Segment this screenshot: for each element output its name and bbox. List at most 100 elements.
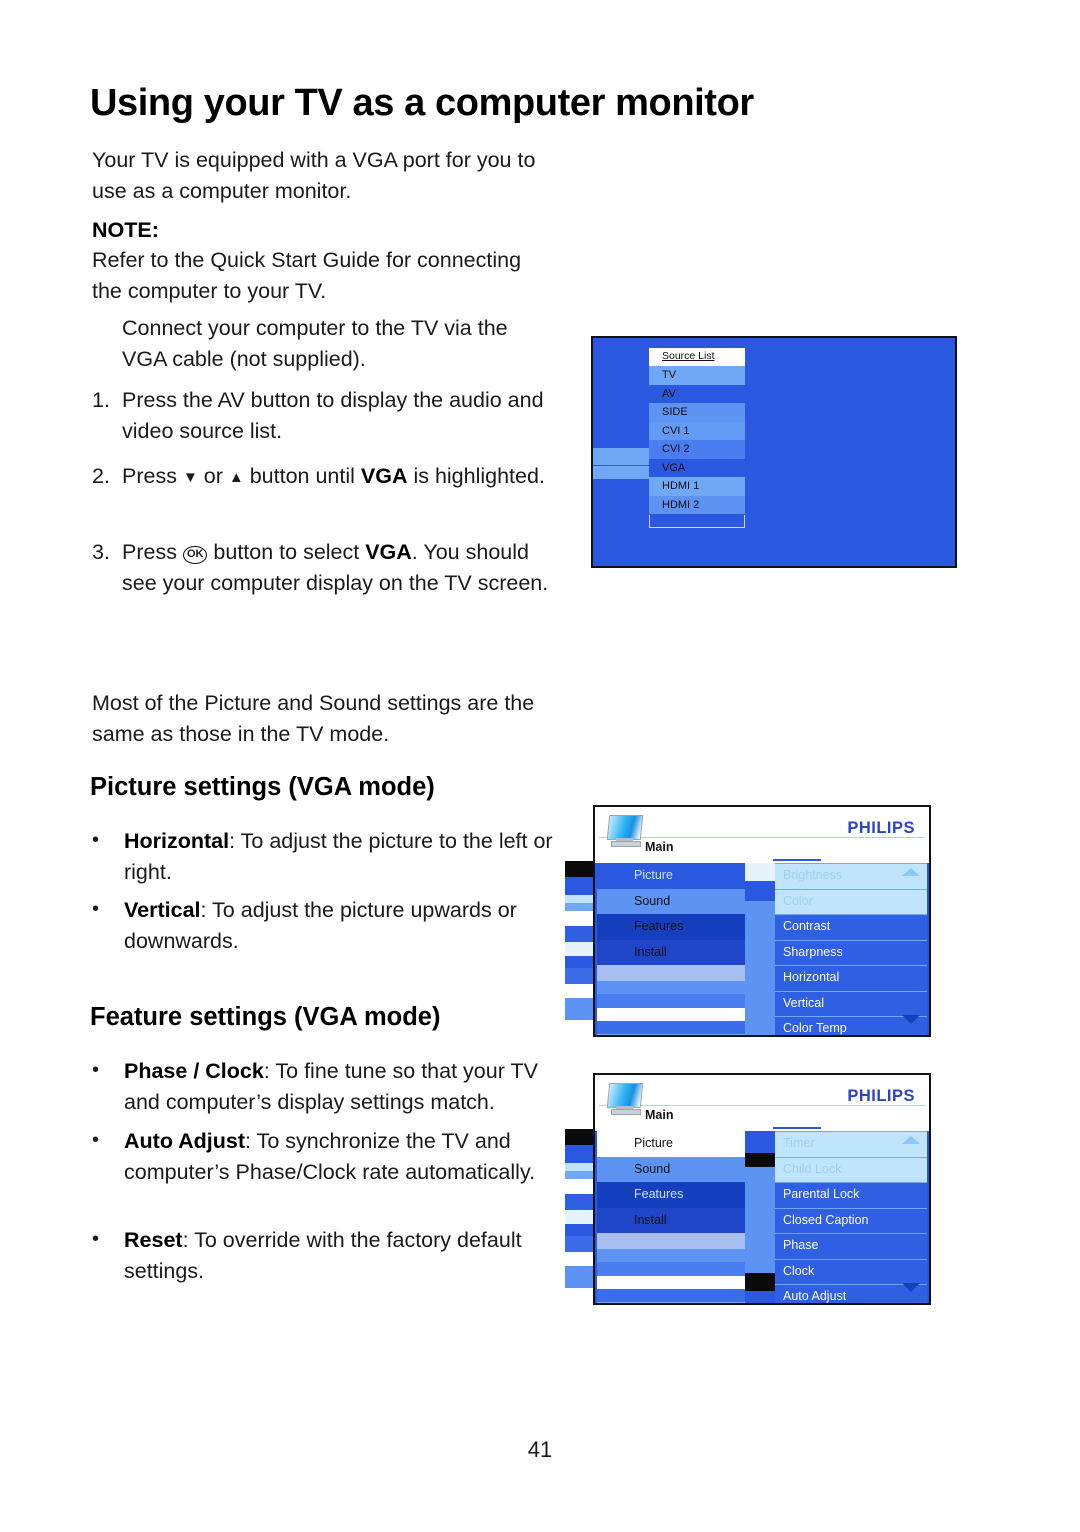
osd-option-vertical-label: Vertical bbox=[783, 995, 824, 1010]
osd-menu-item-features[interactable]: Features bbox=[597, 914, 745, 940]
source-item-cvi-1-label: CVI 1 bbox=[662, 424, 690, 437]
osd-menu-item-sound-label: Sound bbox=[634, 1161, 671, 1176]
bullet-auto-adjust-term: Auto Adjust bbox=[124, 1129, 246, 1153]
source-item-cvi-2[interactable]: CVI 2 bbox=[649, 440, 745, 459]
osd-picture-spacer-column bbox=[745, 863, 775, 1035]
up-arrow-icon: ▲ bbox=[228, 469, 244, 486]
osd-picture-left-strip bbox=[565, 861, 595, 1034]
source-item-hdmi-1[interactable]: HDMI 1 bbox=[649, 477, 745, 496]
osd-option-contrast[interactable]: Contrast bbox=[775, 914, 927, 940]
step-3-bold-term: VGA bbox=[365, 540, 412, 564]
bullet-vertical-term: Vertical bbox=[124, 898, 201, 922]
osd-option-contrast-label: Contrast bbox=[783, 919, 831, 933]
step-1: 1. Press the AV button to display the au… bbox=[92, 385, 552, 446]
osd-option-timer-label: Timer bbox=[783, 1136, 815, 1150]
osd-option-phase[interactable]: Phase bbox=[775, 1233, 927, 1259]
osd-menu-item-features[interactable]: Features bbox=[597, 1182, 745, 1208]
source-item-tv-label: TV bbox=[662, 369, 677, 381]
scroll-down-arrow-icon[interactable] bbox=[902, 1015, 920, 1024]
osd-option-horizontal-label: Horizontal bbox=[783, 970, 840, 984]
step-3: 3. Press OK button to select VGA. You sh… bbox=[92, 537, 552, 598]
step-1-text: Press the AV button to display the audio… bbox=[122, 388, 544, 443]
osd-menu-item-features-label: Features bbox=[634, 1187, 684, 1201]
note-paragraph: Refer to the Quick Start Guide for conne… bbox=[92, 248, 522, 303]
bullet-reset-desc: : To override with the factory default s… bbox=[124, 1228, 522, 1283]
osd-option-color[interactable]: Color bbox=[775, 888, 927, 914]
osd-menu-item-sound-label: Sound bbox=[634, 893, 671, 908]
source-item-cvi-1[interactable]: CVI 1 bbox=[649, 421, 745, 440]
osd-feature-screenshot: Main PHILIPS Picture Sound Features Inst… bbox=[565, 1073, 931, 1305]
osd-menu-item-sound[interactable]: Sound bbox=[597, 888, 745, 914]
step-3-text-before: Press bbox=[122, 540, 183, 564]
step-2-number: 2. bbox=[92, 464, 110, 488]
page-number: 41 bbox=[527, 1437, 553, 1462]
bullet-dot-icon: • bbox=[92, 1228, 100, 1250]
step-3-number: 3. bbox=[92, 540, 110, 564]
osd-menu-item-install-label: Install bbox=[634, 944, 667, 959]
osd-menu-item-install[interactable]: Install bbox=[597, 939, 745, 965]
osd-option-sharpness[interactable]: Sharpness bbox=[775, 939, 927, 965]
osd-menu-item-picture[interactable]: Picture bbox=[597, 1131, 745, 1157]
source-item-av[interactable]: AV bbox=[649, 384, 745, 403]
osd-option-closed-caption-label: Closed Caption bbox=[783, 1212, 869, 1227]
bullet-reset-term: Reset bbox=[124, 1228, 183, 1252]
osd-option-closed-caption[interactable]: Closed Caption bbox=[775, 1207, 927, 1233]
source-list-screenshot: Source List TV AV SIDE CVI 1 CVI 2 VGA H… bbox=[591, 336, 957, 568]
bullet-dot-icon: • bbox=[92, 1059, 100, 1081]
philips-logo: PHILIPS bbox=[847, 819, 915, 837]
bullet-dot-icon: • bbox=[92, 898, 100, 920]
osd-option-color-label: Color bbox=[783, 893, 813, 908]
step-1-number: 1. bbox=[92, 388, 110, 412]
osd-menu-item-picture[interactable]: Picture bbox=[597, 863, 745, 889]
bullet-horizontal-term: Horizontal bbox=[124, 829, 230, 853]
bullet-dot-icon: • bbox=[92, 829, 100, 851]
osd-feature-menu-column: Picture Sound Features Install bbox=[597, 1131, 745, 1303]
source-item-vga[interactable]: VGA bbox=[649, 458, 745, 477]
source-item-av-label: AV bbox=[662, 387, 676, 400]
osd-picture-screenshot: Main PHILIPS Picture Sound Features Inst… bbox=[565, 805, 931, 1037]
section-heading-picture: Picture settings (VGA mode) bbox=[90, 773, 435, 801]
osd-menu-item-picture-label: Picture bbox=[634, 1136, 673, 1150]
osd-option-vertical[interactable]: Vertical bbox=[775, 990, 927, 1016]
osd-feature-main-label: Main bbox=[645, 1108, 674, 1122]
osd-option-child-lock[interactable]: Child Lock bbox=[775, 1156, 927, 1182]
step-2-bold-term: VGA bbox=[360, 464, 408, 488]
osd-column-underline bbox=[773, 1127, 821, 1129]
osd-picture-main-label: Main bbox=[645, 840, 674, 854]
scroll-down-arrow-icon[interactable] bbox=[902, 1283, 920, 1292]
source-item-side-label: SIDE bbox=[662, 406, 688, 418]
source-item-tv[interactable]: TV bbox=[649, 366, 745, 385]
step-2-text-before: Press bbox=[122, 464, 183, 488]
osd-feature-options-column: Timer Child Lock Parental Lock Closed Ca… bbox=[775, 1131, 927, 1303]
step-2: 2. Press ▼ or ▲ button until VGA is high… bbox=[92, 461, 552, 494]
tv-monitor-icon bbox=[605, 814, 645, 848]
osd-feature-left-strip bbox=[565, 1129, 595, 1302]
source-item-hdmi-2[interactable]: HDMI 2 bbox=[649, 495, 745, 514]
scroll-up-arrow-icon[interactable] bbox=[902, 868, 920, 876]
osd-option-parental-lock[interactable]: Parental Lock bbox=[775, 1182, 927, 1208]
source-list-header-label: Source List bbox=[662, 350, 715, 362]
osd-feature-frame: Main PHILIPS Picture Sound Features Inst… bbox=[593, 1073, 931, 1305]
bullet-phase-clock-term: Phase / Clock bbox=[124, 1059, 264, 1083]
down-arrow-icon: ▼ bbox=[182, 469, 198, 486]
osd-menu-item-sound[interactable]: Sound bbox=[597, 1156, 745, 1182]
step-3-text-after: button to select bbox=[207, 540, 366, 564]
osd-option-horizontal[interactable]: Horizontal bbox=[775, 965, 927, 991]
source-item-hdmi-2-label: HDMI 2 bbox=[662, 498, 700, 511]
most-settings-paragraph: Most of the Picture and Sound settings a… bbox=[92, 691, 535, 746]
intro-paragraph: Your TV is equipped with a VGA port for … bbox=[92, 148, 536, 203]
source-item-side[interactable]: SIDE bbox=[649, 403, 745, 422]
step-2-text: Press ▼ or ▲ button until VGA is highlig… bbox=[122, 461, 552, 494]
bullet-dot-icon: • bbox=[92, 1129, 100, 1151]
scroll-up-arrow-icon[interactable] bbox=[902, 1136, 920, 1144]
osd-menu-item-install[interactable]: Install bbox=[597, 1207, 745, 1233]
osd-option-clock-label: Clock bbox=[783, 1263, 815, 1278]
osd-option-parental-lock-label: Parental Lock bbox=[783, 1187, 860, 1201]
source-item-cvi-2-label: CVI 2 bbox=[662, 443, 690, 455]
bullet-horizontal: • Horizontal: To adjust the picture to t… bbox=[92, 826, 557, 887]
osd-picture-menu-column: Picture Sound Features Install bbox=[597, 863, 745, 1035]
osd-option-clock[interactable]: Clock bbox=[775, 1258, 927, 1284]
osd-column-underline bbox=[773, 859, 821, 861]
page-title: Using your TV as a computer monitor bbox=[90, 82, 754, 124]
osd-option-sharpness-label: Sharpness bbox=[783, 944, 843, 959]
